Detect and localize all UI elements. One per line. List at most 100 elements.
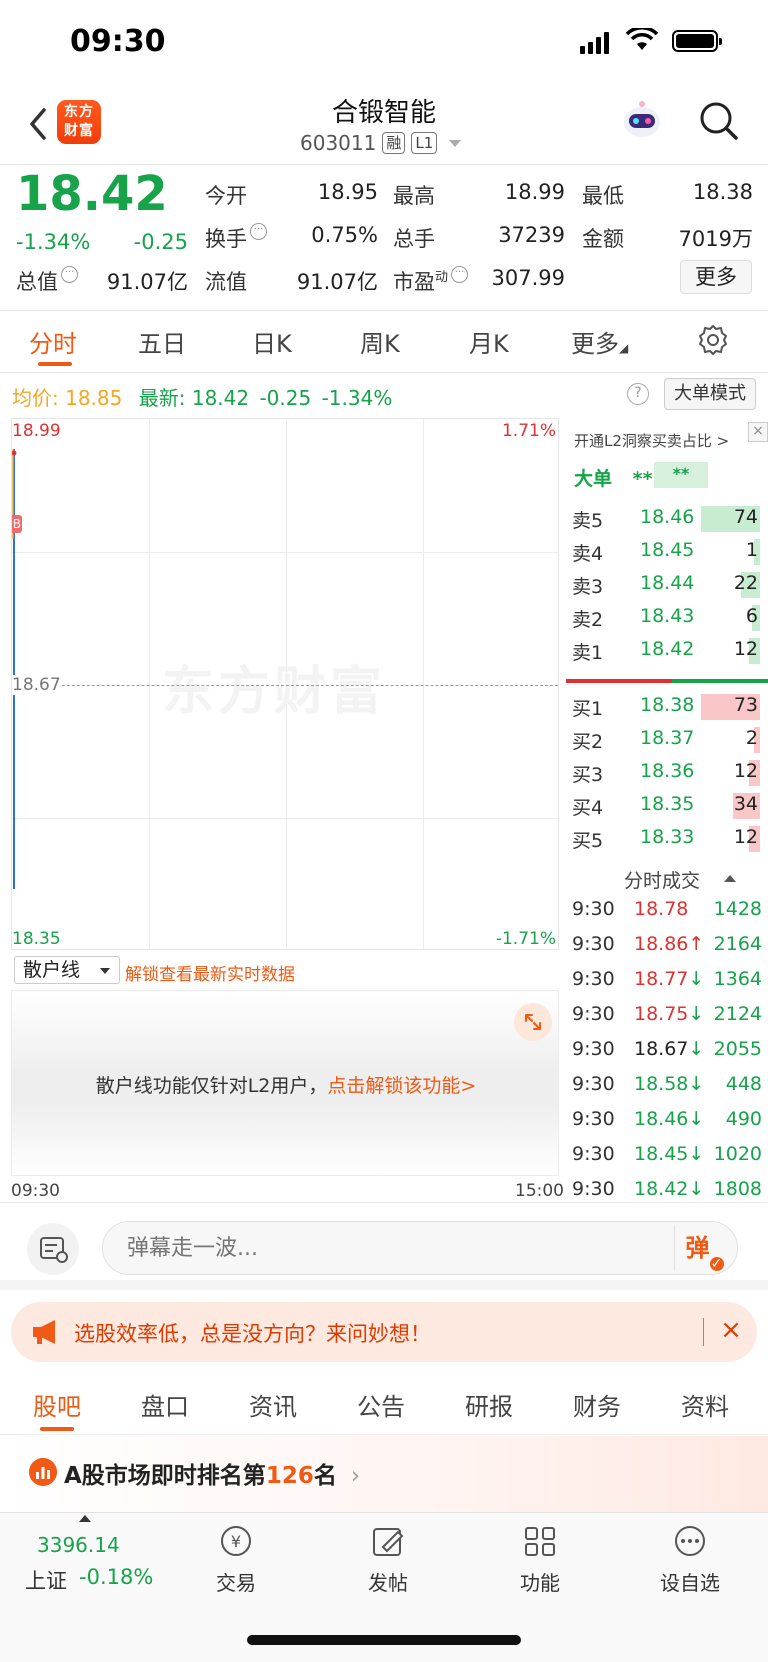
level-label: 买1: [572, 698, 604, 720]
trade-button[interactable]: ¥ 交易: [191, 1523, 281, 1603]
grid-icon: [525, 1527, 555, 1556]
margin-tag: 融: [382, 132, 406, 154]
level-price: 18.33: [640, 826, 695, 848]
status-bar: 09:30: [0, 0, 768, 90]
volume-value: 37239: [498, 223, 565, 247]
unlock-realtime-link[interactable]: 解锁查看最新实时数据: [125, 960, 295, 985]
tab-announcements[interactable]: 公告: [357, 1387, 405, 1422]
level-label: 卖1: [572, 642, 604, 664]
gear-icon[interactable]: [697, 324, 729, 356]
unlock-feature-link[interactable]: 点击解锁该功能>: [327, 1075, 476, 1097]
level-volume: 12: [733, 760, 758, 782]
level-price: 18.35: [640, 793, 695, 815]
danmu-toggle-button[interactable]: 弹✓: [674, 1225, 734, 1271]
level-tag: L1: [411, 132, 438, 154]
level-volume: 1: [745, 539, 758, 561]
post-button[interactable]: 发帖: [343, 1523, 433, 1603]
danmu-input[interactable]: [127, 1232, 667, 1264]
mktcap-value: 91.07亿: [106, 270, 188, 294]
promo-text: 选股效率低，总是没方向？来问妙想！: [74, 1322, 431, 1346]
expand-icon[interactable]: [514, 1003, 552, 1041]
tick-volume: 1364: [713, 968, 762, 990]
functions-button[interactable]: 功能: [495, 1523, 585, 1603]
level-label: 卖2: [572, 609, 604, 631]
info-icon[interactable]: ···: [451, 266, 469, 283]
content-tabs: 股吧 盘口 资讯 公告 研报 财务 资料: [0, 1375, 768, 1435]
bid-level-3: 买3 18.36 12: [572, 760, 760, 788]
tick-row: 9:30 18.77↓ 1364: [572, 968, 762, 998]
tab-pankou[interactable]: 盘口: [141, 1387, 189, 1422]
comment-bar: 弹✓: [0, 1202, 768, 1290]
tick-time: 9:30: [572, 898, 615, 920]
tick-row: 9:30 18.46↓ 490: [572, 1108, 762, 1138]
y-axis-mid: 18.67: [12, 675, 61, 695]
active-tab-indicator: [38, 362, 72, 366]
tick-volume: 1020: [713, 1143, 762, 1165]
bid-level-2: 买2 18.37 2: [572, 727, 760, 755]
close-icon[interactable]: ×: [715, 1314, 747, 1346]
edit-icon: [373, 1528, 404, 1556]
current-price: 18.42: [16, 166, 168, 222]
retail-line-select[interactable]: 散户线: [14, 956, 120, 984]
level-volume: 6: [745, 605, 758, 627]
search-icon[interactable]: [698, 100, 740, 142]
more-quote-button[interactable]: 更多: [680, 260, 752, 294]
tick-time: 9:30: [572, 1108, 615, 1130]
tick-row: 9:30 18.58↓ 448: [572, 1073, 762, 1103]
tab-five-day[interactable]: 五日: [138, 324, 186, 359]
stock-code: 603011: [300, 131, 377, 155]
tick-price: 18.75↓: [634, 1003, 705, 1025]
level-price: 18.46: [640, 506, 695, 528]
intraday-chart[interactable]: 东方财富 B 18.99 18.67 18.35 1.71% -1.71%: [11, 418, 559, 950]
tab-more[interactable]: 更多◢: [571, 324, 628, 359]
tick-volume: 1428: [713, 898, 762, 920]
tab-profile[interactable]: 资料: [681, 1387, 729, 1422]
tab-weekly-k[interactable]: 周K: [360, 324, 400, 359]
promo-banner[interactable]: 选股效率低，总是没方向？来问妙想！ ×: [11, 1302, 757, 1362]
big-order-mode-button[interactable]: 大单模式: [664, 378, 756, 410]
mktcap-label: 总值 ···: [16, 266, 78, 296]
chart-tabs: 分时 五日 日K 周K 月K 更多◢: [0, 312, 768, 372]
info-icon[interactable]: ···: [250, 223, 267, 240]
high-label: 最高: [393, 184, 435, 208]
low-value: 18.38: [692, 180, 753, 204]
level-label: 买3: [572, 764, 604, 786]
tick-price: 18.67↓: [634, 1038, 705, 1060]
tab-daily-k[interactable]: 日K: [252, 324, 292, 359]
big-order-label: 大单 **: [574, 468, 653, 490]
pe-value: 307.99: [491, 266, 565, 290]
tab-news[interactable]: 资讯: [249, 1387, 297, 1422]
info-icon[interactable]: ···: [61, 266, 78, 283]
level-price: 18.44: [640, 572, 695, 594]
tab-monthly-k[interactable]: 月K: [469, 324, 509, 359]
signal-icon: [580, 30, 610, 54]
level-volume: 12: [733, 826, 758, 848]
rank-banner[interactable]: A股市场即时排名第126名 ›: [0, 1436, 768, 1516]
ticks-title[interactable]: 分时成交: [624, 866, 700, 893]
tick-row: 9:30 18.78 1428: [572, 898, 762, 928]
help-icon[interactable]: ?: [627, 383, 649, 405]
add-watchlist-button[interactable]: 设自选: [645, 1523, 735, 1603]
level-volume: 34: [733, 793, 758, 815]
level-label: 买4: [572, 797, 604, 819]
bid-level-1: 买1 18.38 73: [572, 694, 760, 722]
tab-intraday[interactable]: 分时: [29, 324, 77, 359]
index-ticker[interactable]: 3396.14 上证 -0.18%: [22, 1513, 162, 1603]
l2-promo-link[interactable]: 开通L2洞察买卖占比 >: [574, 430, 729, 451]
assistant-robot-icon[interactable]: [620, 98, 664, 142]
stock-code-row[interactable]: 603011 融 L1: [300, 130, 462, 156]
note-icon[interactable]: [27, 1223, 79, 1275]
avg-price: 18.85: [65, 386, 123, 410]
caret-up-icon: [724, 875, 736, 882]
latest-price: 18.42: [191, 386, 250, 410]
tab-research[interactable]: 研报: [465, 1387, 513, 1422]
home-indicator: [247, 1635, 521, 1645]
level-volume: 22: [733, 572, 758, 594]
close-icon[interactable]: ×: [748, 422, 768, 442]
turnover-value: 0.75%: [311, 223, 378, 247]
level-label: 卖5: [572, 510, 604, 532]
tick-price: 18.46↓: [634, 1108, 705, 1130]
tab-finance[interactable]: 财务: [573, 1387, 621, 1422]
tab-guba[interactable]: 股吧: [33, 1387, 81, 1422]
retail-line-panel: 散户线功能仅针对L2用户，点击解锁该功能>: [11, 990, 559, 1176]
